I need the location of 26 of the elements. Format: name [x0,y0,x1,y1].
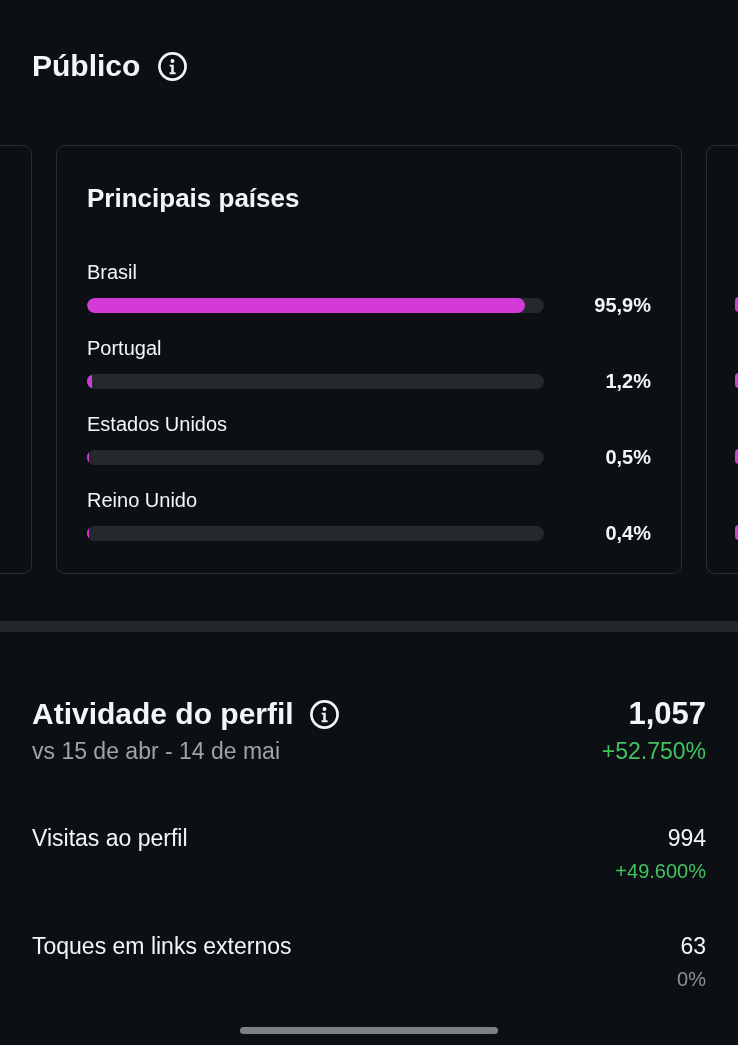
section-title: Público [32,48,141,84]
change-percentage: +49.600% [615,859,706,883]
percentage-value: 0,4% [604,521,651,545]
change-percentage: 0% [677,967,706,991]
percentage-value: 1,2% [604,369,651,393]
info-icon[interactable] [158,51,188,81]
metric-value: 63 [680,932,706,960]
country-name: Brasil [87,260,137,284]
bar-fill [735,449,738,464]
country-name: Reino Unido [87,488,198,512]
bar-fill [735,373,738,388]
bar-fill [735,525,738,540]
metric-value: 994 [667,824,706,852]
change-percentage: +52.750% [601,737,706,766]
metric-label: Toques em links externos [32,932,292,960]
section-title: Atividade do perfil [32,696,294,732]
percentage-value: 0,5% [604,445,651,469]
country-name: Estados Unidos [87,412,228,436]
card-title: Principais países [87,182,300,214]
comparison-period: vs 15 de abr - 14 de mai [32,737,281,766]
info-icon[interactable] [309,699,339,729]
total-value: 1,057 [628,696,706,732]
percentage-value: 95,9% [593,293,651,317]
bar-fill [735,297,738,312]
country-name: Portugal [87,336,162,360]
metric-label: Visitas ao perfil [32,824,188,852]
